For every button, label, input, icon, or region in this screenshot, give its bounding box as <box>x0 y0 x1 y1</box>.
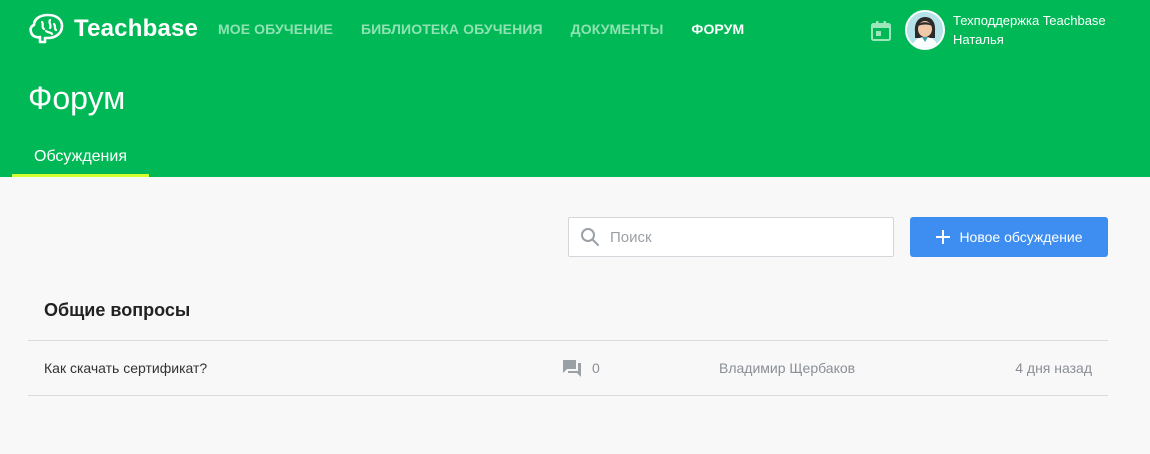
nav-item-library[interactable]: БИБЛИОТЕКА ОБУЧЕНИЯ <box>361 21 543 37</box>
header: Teachbase МОЕ ОБУЧЕНИЕ БИБЛИОТЕКА ОБУЧЕН… <box>0 0 1150 177</box>
user-subtitle: Наталья <box>953 32 1004 47</box>
avatar[interactable] <box>905 10 945 50</box>
nav-item-my-learning[interactable]: МОЕ ОБУЧЕНИЕ <box>218 21 333 37</box>
topic-title[interactable]: Как скачать сертификат? <box>44 360 207 376</box>
nav-item-documents[interactable]: ДОКУМЕНТЫ <box>571 21 664 37</box>
avatar-image <box>907 12 943 48</box>
nav-item-forum[interactable]: ФОРУМ <box>691 21 744 37</box>
new-discussion-label: Новое обсуждение <box>959 229 1083 245</box>
tab-discussions[interactable]: Обсуждения <box>12 145 149 177</box>
topic-date: 4 дня назад <box>1015 360 1092 376</box>
comment-count: 0 <box>592 360 600 376</box>
search-box[interactable] <box>568 217 894 257</box>
section-divider <box>28 340 1108 341</box>
row-divider <box>28 395 1108 396</box>
new-discussion-button[interactable]: Новое обсуждение <box>910 217 1108 257</box>
page-title: Форум <box>28 80 126 116</box>
top-navigation-bar: Teachbase МОЕ ОБУЧЕНИЕ БИБЛИОТЕКА ОБУЧЕН… <box>0 0 1150 60</box>
brain-logo-icon <box>29 13 64 44</box>
plus-icon <box>936 230 951 244</box>
section-title: Общие вопросы <box>44 300 191 320</box>
topic-author[interactable]: Владимир Щербаков <box>719 360 855 376</box>
main-navigation: МОЕ ОБУЧЕНИЕ БИБЛИОТЕКА ОБУЧЕНИЯ ДОКУМЕН… <box>218 21 744 37</box>
search-icon <box>581 228 599 246</box>
search-input[interactable] <box>610 228 870 246</box>
logo[interactable]: Teachbase <box>28 12 198 46</box>
user-name[interactable]: Техподдержка Teachbase <box>953 13 1113 28</box>
logo-text: Teachbase <box>74 15 199 42</box>
calendar-icon[interactable] <box>870 20 892 42</box>
comment-icon <box>563 360 581 377</box>
